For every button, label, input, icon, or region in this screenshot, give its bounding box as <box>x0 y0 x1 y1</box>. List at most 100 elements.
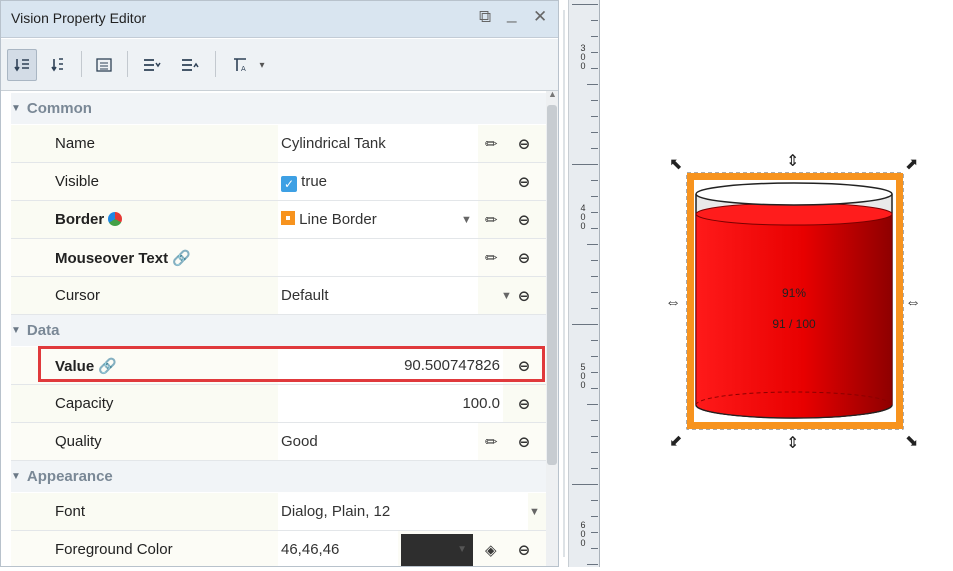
ruler-tick <box>591 388 598 389</box>
sort-alpha-icon[interactable] <box>43 49 73 81</box>
resize-handle-n-icon: ⇕ <box>786 153 799 170</box>
border-label-text: Border <box>55 211 105 228</box>
design-canvas[interactable]: 91% 91 / 100 ⬉ ⇕ ⬈ ⇔ ⇔ ⬋ ⇕ ⬊ <box>601 0 953 567</box>
pencil-icon[interactable]: ✏ <box>485 249 498 267</box>
ruler-tick <box>572 4 598 5</box>
prop-row-foreground-color: Foreground Color 46,46,46 ▼ ◈ ⊖ <box>11 531 546 566</box>
ruler-tick <box>591 132 598 133</box>
mouseover-value-field[interactable] <box>278 239 478 276</box>
ruler-label-600: 6 0 0 <box>580 520 586 548</box>
chevron-down-icon: ▾ <box>259 59 265 71</box>
visible-value: true <box>301 173 328 190</box>
filter-icon[interactable]: A ▾ <box>223 49 275 81</box>
ruler-tick <box>572 164 598 165</box>
sort-category-icon[interactable] <box>7 49 37 81</box>
prop-row-capacity: Capacity 100.0 ⊖ <box>11 385 546 423</box>
minimize-icon[interactable]: _ <box>507 4 516 24</box>
ruler-tick <box>591 52 598 53</box>
ruler-tick <box>591 532 598 533</box>
group-label: Common <box>26 100 92 117</box>
prop-label: Foreground Color <box>55 541 173 558</box>
group-label: Data <box>26 322 60 339</box>
restore-icon[interactable]: ⧉ <box>479 7 491 27</box>
toolbar-separator <box>215 51 216 77</box>
ruler-tick <box>591 548 598 549</box>
ruler-label-300: 3 0 0 <box>580 43 586 71</box>
ruler-tick <box>591 180 598 181</box>
prop-label: Border <box>55 211 123 228</box>
list-view-icon[interactable] <box>89 49 119 81</box>
ruler-tick <box>591 20 598 21</box>
capacity-field[interactable]: 100.0 <box>278 385 503 422</box>
toolbar-separator <box>127 51 128 77</box>
panel-splitter[interactable] <box>560 0 568 567</box>
binding-link-icon[interactable]: ⊖ <box>513 395 535 413</box>
group-label: Appearance <box>26 468 113 485</box>
binding-link-icon[interactable]: ⊖ <box>513 433 535 451</box>
dropdown-arrow-icon[interactable]: ▼ <box>461 214 472 226</box>
cursor-select[interactable]: Default <box>278 277 478 314</box>
close-icon[interactable]: ✕ <box>533 7 547 27</box>
line-border-swatch-icon <box>281 211 295 225</box>
tank-ratio-label: 91 / 100 <box>772 317 816 331</box>
ruler-tick <box>591 420 598 421</box>
cylindrical-tank[interactable]: 91% 91 / 100 <box>686 172 904 430</box>
ruler-tick <box>591 340 598 341</box>
ruler-tick <box>591 36 598 37</box>
border-value-field[interactable]: Line Border <box>278 201 478 238</box>
vertical-ruler: 3 0 0 4 0 0 5 0 0 6 0 0 <box>568 0 600 567</box>
ruler-tick <box>591 436 598 437</box>
expand-all-icon[interactable] <box>135 49 169 81</box>
dropdown-arrow-icon[interactable]: ▼ <box>529 506 540 518</box>
ruler-tick <box>587 84 598 85</box>
prop-label: Capacity <box>55 395 114 412</box>
ruler-tick <box>591 100 598 101</box>
binding-link-icon[interactable]: ⊖ <box>513 135 535 153</box>
dropdown-arrow-icon[interactable]: ▼ <box>501 290 512 302</box>
prop-row-quality: Quality Good ✏ ⊖ <box>11 423 546 461</box>
name-value-field[interactable]: Cylindrical Tank <box>278 125 478 162</box>
pencil-icon[interactable]: ✏ <box>485 433 498 451</box>
checkbox-checked-icon[interactable]: ✓ <box>281 176 297 192</box>
group-appearance[interactable]: ▼ Appearance <box>11 461 546 492</box>
ruler-tick <box>591 356 598 357</box>
paint-bucket-icon[interactable]: ◈ <box>485 541 497 559</box>
ruler-tick <box>591 228 598 229</box>
group-common[interactable]: ▼ Common <box>11 93 546 124</box>
scrollbar-thumb[interactable] <box>547 105 557 465</box>
toolbar-separator <box>81 51 82 77</box>
title-bar: Vision Property Editor ⧉ _ ✕ <box>1 1 558 38</box>
pencil-icon[interactable]: ✏ <box>485 135 498 153</box>
group-data[interactable]: ▼ Data <box>11 315 546 346</box>
color-wheel-icon <box>108 212 123 226</box>
prop-row-cursor: Cursor Default ▼ ⊖ <box>11 277 546 315</box>
font-select[interactable]: Dialog, Plain, 12 <box>278 493 528 530</box>
binding-link-icon[interactable]: ⊖ <box>513 541 535 559</box>
ruler-tick <box>591 468 598 469</box>
pencil-icon[interactable]: ✏ <box>485 211 498 229</box>
binding-link-icon[interactable]: ⊖ <box>513 249 535 267</box>
collapse-triangle-icon: ▼ <box>11 471 21 482</box>
prop-row-mouseover-text: Mouseover Text 🔗 ✏ ⊖ <box>11 239 546 277</box>
prop-label: Name <box>55 135 96 152</box>
collapse-all-icon[interactable] <box>173 49 207 81</box>
quality-field[interactable]: Good <box>278 423 478 460</box>
binding-link-icon[interactable]: ⊖ <box>513 211 535 229</box>
ruler-tick <box>587 404 598 405</box>
collapse-triangle-icon: ▼ <box>11 103 21 114</box>
ruler-tick <box>591 372 598 373</box>
fg-color-field[interactable]: 46,46,46 <box>278 531 398 566</box>
ruler-tick <box>591 452 598 453</box>
ruler-tick <box>587 244 598 245</box>
binding-link-icon[interactable]: ⊖ <box>513 287 535 305</box>
ruler-tick <box>591 116 598 117</box>
tank-liquid-surface <box>695 202 893 226</box>
prop-label: Quality <box>55 433 102 450</box>
prop-label: Visible <box>55 173 99 190</box>
scroll-up-icon[interactable]: ▲ <box>548 89 557 99</box>
color-swatch-dropdown[interactable]: ▼ <box>401 534 473 566</box>
ruler-tick <box>591 516 598 517</box>
canvas-drawing: 91% 91 / 100 ⬉ ⇕ ⬈ ⇔ ⇔ ⬋ ⇕ ⬊ <box>665 153 921 452</box>
vertical-scrollbar[interactable]: ▲ <box>546 89 558 566</box>
binding-link-icon[interactable]: ⊖ <box>513 173 535 191</box>
